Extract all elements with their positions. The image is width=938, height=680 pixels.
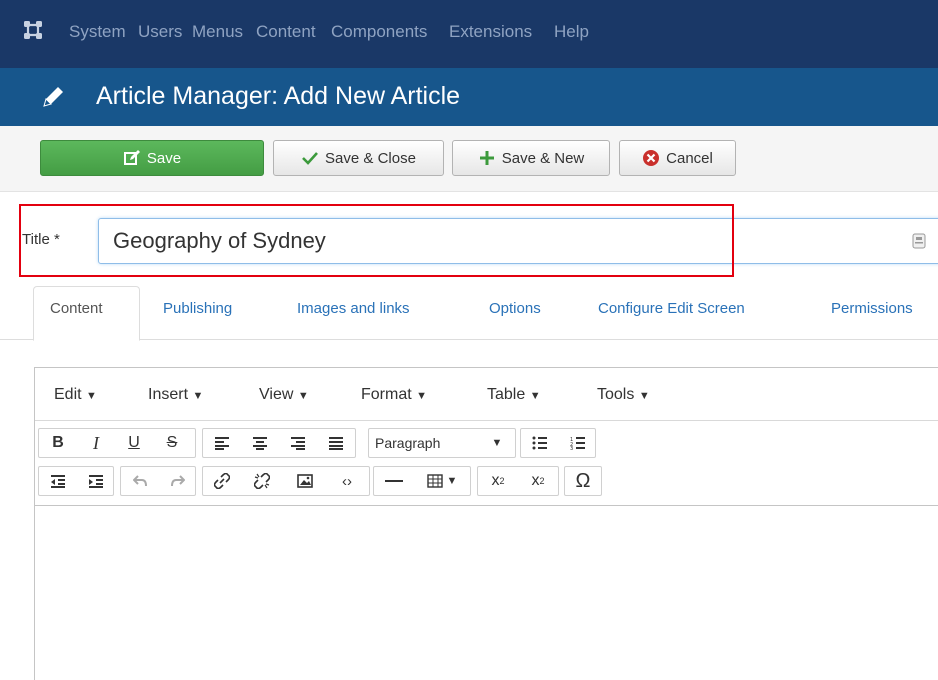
menu-components[interactable]: Components bbox=[331, 22, 427, 42]
unlink-icon[interactable] bbox=[241, 467, 283, 495]
editor-menu-tools-label: Tools bbox=[597, 386, 635, 403]
format-select[interactable]: Paragraph ▼ bbox=[368, 428, 516, 458]
title-field-label: Title * bbox=[22, 231, 60, 248]
editor-menu-tools[interactable]: Tools ▼ bbox=[597, 386, 650, 404]
save-button[interactable]: Save bbox=[40, 140, 264, 176]
menu-users[interactable]: Users bbox=[138, 22, 182, 42]
chevron-down-icon: ▼ bbox=[297, 390, 309, 402]
editor-menubar: Edit ▼ Insert ▼ View ▼ Format ▼ Table ▼ … bbox=[35, 368, 938, 421]
editor-menu-edit[interactable]: Edit ▼ bbox=[54, 386, 97, 404]
chevron-down-icon: ▼ bbox=[416, 390, 428, 402]
save-label: Save bbox=[146, 149, 182, 167]
save-close-label: Save & Close bbox=[325, 149, 416, 167]
editor-menu-format[interactable]: Format ▼ bbox=[361, 386, 427, 404]
undo-icon[interactable] bbox=[121, 467, 159, 495]
table-icon[interactable]: ▼ bbox=[414, 467, 470, 495]
tab-bar bbox=[0, 286, 938, 340]
link-icon[interactable] bbox=[203, 467, 241, 495]
strikethrough-icon[interactable]: S bbox=[153, 429, 191, 457]
page-title: Article Manager: Add New Article bbox=[96, 82, 461, 110]
align-right-icon[interactable] bbox=[279, 429, 317, 457]
chevron-down-icon: ▼ bbox=[86, 390, 97, 402]
save-new-label: Save & New bbox=[501, 149, 585, 167]
omega-icon[interactable]: Ω bbox=[565, 467, 601, 495]
tab-images-links[interactable]: Images and links bbox=[297, 300, 410, 317]
menu-content[interactable]: Content bbox=[256, 22, 316, 42]
alignment-group bbox=[202, 428, 356, 458]
tab-options[interactable]: Options bbox=[489, 300, 541, 317]
editor-menu-edit-label: Edit bbox=[54, 386, 82, 403]
special-char-group: Ω bbox=[564, 466, 602, 496]
numbered-list-icon[interactable]: 123 bbox=[559, 429, 597, 457]
editor-menu-view-label: View bbox=[259, 386, 294, 403]
script-group: x2 x2 bbox=[477, 466, 559, 496]
format-select-value: Paragraph bbox=[375, 435, 441, 451]
table-group: ▼ bbox=[373, 466, 471, 496]
chevron-down-icon: ▼ bbox=[529, 390, 541, 402]
checkmark-icon bbox=[302, 152, 319, 165]
page-header: Article Manager: Add New Article bbox=[0, 68, 938, 126]
horizontal-rule-icon[interactable] bbox=[374, 467, 414, 495]
editor-menu-view[interactable]: View ▼ bbox=[259, 386, 309, 404]
editor-content-area[interactable] bbox=[35, 507, 938, 680]
indent-icon[interactable] bbox=[77, 467, 115, 495]
underline-icon[interactable]: U bbox=[115, 429, 153, 457]
text-style-group: B I U S bbox=[38, 428, 196, 458]
editor-toolbar: B I U S Paragraph ▼ 123 ‹› ▼ x 2 x 2 Ω bbox=[35, 422, 938, 506]
align-justify-icon[interactable] bbox=[317, 429, 355, 457]
cancel-button[interactable]: Cancel bbox=[619, 140, 736, 176]
bold-icon[interactable]: B bbox=[39, 429, 77, 457]
history-group bbox=[120, 466, 196, 496]
editor-menu-insert[interactable]: Insert ▼ bbox=[148, 386, 203, 404]
menu-extensions[interactable]: Extensions bbox=[449, 22, 532, 42]
save-new-button[interactable]: Save & New bbox=[452, 140, 610, 176]
editor-menu-table-label: Table bbox=[487, 386, 526, 403]
editor-menu-format-label: Format bbox=[361, 386, 412, 403]
svg-text:3: 3 bbox=[570, 446, 573, 450]
outdent-icon[interactable] bbox=[39, 467, 77, 495]
redo-icon[interactable] bbox=[159, 467, 197, 495]
editor-menu-table[interactable]: Table ▼ bbox=[487, 386, 541, 404]
menu-help[interactable]: Help bbox=[554, 22, 589, 42]
top-navbar: System Users Menus Content Components Ex… bbox=[0, 0, 938, 68]
code-icon[interactable]: ‹› bbox=[327, 467, 367, 495]
input-badge-icon bbox=[912, 233, 926, 249]
indent-group bbox=[38, 466, 114, 496]
insert-group: ‹› bbox=[202, 466, 370, 496]
editor-menu-insert-label: Insert bbox=[148, 386, 189, 403]
title-input[interactable] bbox=[98, 218, 938, 264]
align-left-icon[interactable] bbox=[203, 429, 241, 457]
plus-icon bbox=[479, 151, 494, 165]
save-close-button[interactable]: Save & Close bbox=[273, 140, 444, 176]
align-center-icon[interactable] bbox=[241, 429, 279, 457]
tab-configure-edit-screen[interactable]: Configure Edit Screen bbox=[598, 300, 745, 317]
subscript-icon[interactable]: x2 bbox=[478, 467, 518, 495]
menu-system[interactable]: System bbox=[69, 22, 126, 42]
menu-menus[interactable]: Menus bbox=[192, 22, 243, 42]
list-group: 123 bbox=[520, 428, 596, 458]
italic-icon[interactable]: I bbox=[77, 429, 115, 457]
chevron-down-icon: ▼ bbox=[192, 390, 204, 402]
chevron-down-icon: ▼ bbox=[491, 437, 503, 449]
superscript-icon[interactable]: x2 bbox=[518, 467, 558, 495]
rich-text-editor: Edit ▼ Insert ▼ View ▼ Format ▼ Table ▼ … bbox=[34, 367, 938, 680]
pencil-icon bbox=[43, 87, 63, 107]
chevron-down-icon: ▼ bbox=[638, 390, 650, 402]
edit-icon bbox=[123, 150, 140, 165]
tab-publishing[interactable]: Publishing bbox=[163, 300, 232, 317]
chevron-down-icon: ▼ bbox=[446, 475, 458, 487]
bullet-list-icon[interactable] bbox=[521, 429, 559, 457]
tab-content[interactable]: Content bbox=[50, 300, 103, 317]
cancel-icon bbox=[643, 150, 660, 166]
tab-permissions[interactable]: Permissions bbox=[831, 300, 913, 317]
cancel-label: Cancel bbox=[666, 149, 713, 167]
joomla-logo-icon[interactable] bbox=[23, 20, 43, 40]
image-icon[interactable] bbox=[283, 467, 327, 495]
